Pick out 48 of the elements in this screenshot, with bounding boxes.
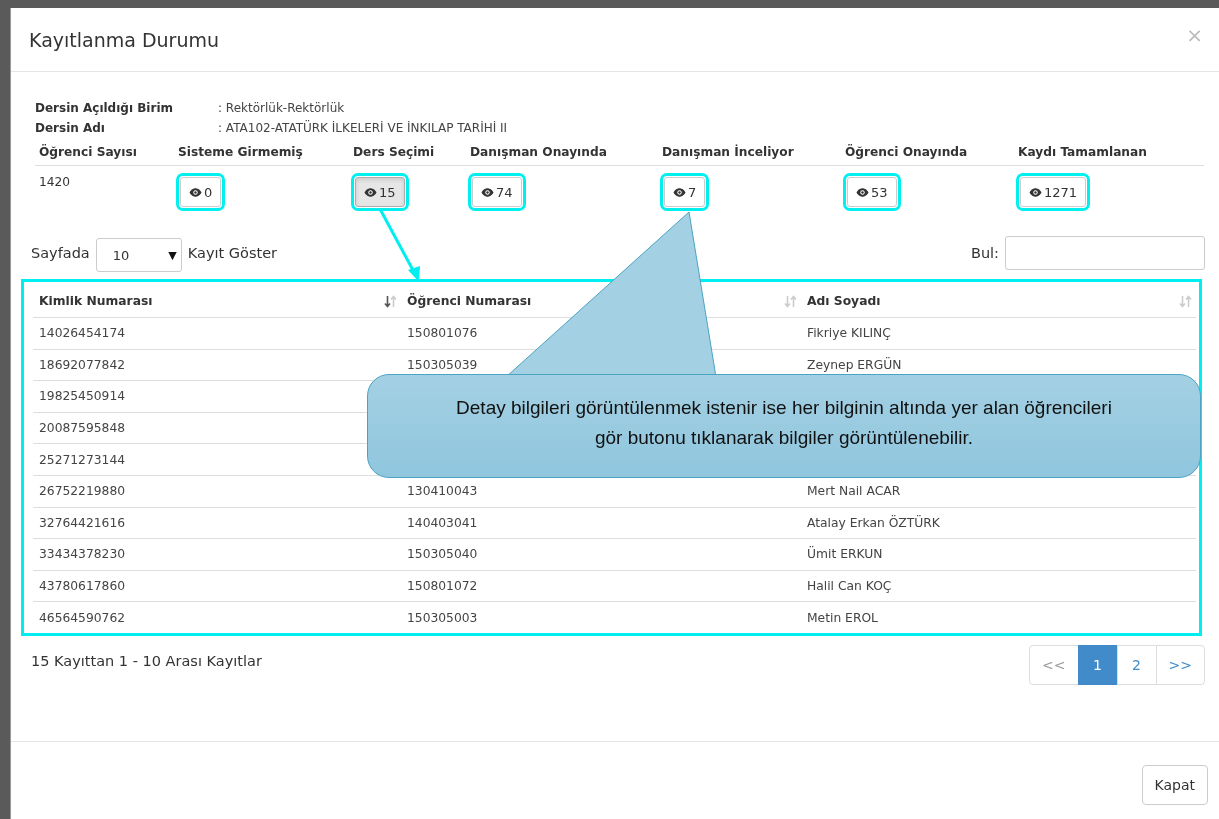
table-cell: 150801072 bbox=[401, 570, 801, 602]
info-value: : ATA102-ATATÜRK İLKELERİ VE İNKILAP TARİHİ II bbox=[218, 119, 509, 137]
length-label: Kayıt Göster bbox=[187, 245, 278, 261]
column-label: Danışman Onayında bbox=[470, 144, 608, 159]
column-label: Öğrenci Sayısı bbox=[39, 144, 138, 159]
info-label: Dersin Adı bbox=[35, 120, 106, 137]
table-cell: Atalay Erkan ÖZTÜRK bbox=[801, 507, 1196, 539]
page-size-select[interactable]: 10 ▼ bbox=[95, 238, 182, 272]
search-label: Bul: bbox=[970, 245, 999, 261]
search-field[interactable] bbox=[1005, 236, 1205, 270]
student-count: 1420 bbox=[39, 174, 72, 189]
info-label: Dersin Açıldığı Birim bbox=[35, 100, 174, 117]
table-cell: 46564590762 bbox=[33, 601, 401, 634]
page-button[interactable]: 2 bbox=[1116, 645, 1157, 686]
page-button[interactable]: >> bbox=[1155, 645, 1205, 686]
table-cell: Halil Can KOÇ bbox=[801, 570, 1196, 602]
eye-icon bbox=[673, 187, 686, 197]
table-cell: 33434378230 bbox=[33, 538, 401, 571]
dialog-title: Kayıtlanma Durumu bbox=[29, 28, 219, 51]
column-label: Sisteme Girmemiş bbox=[178, 144, 304, 159]
table-cell: 43780617860 bbox=[33, 570, 401, 602]
sort-icon[interactable] bbox=[384, 294, 397, 308]
eye-icon bbox=[481, 187, 494, 197]
length-label: Sayfada bbox=[31, 245, 90, 261]
table-cell: 32764421616 bbox=[33, 507, 401, 539]
close-dialog-button[interactable]: Kapat bbox=[1141, 765, 1208, 805]
eye-icon bbox=[856, 187, 869, 197]
table-cell: 150305003 bbox=[401, 601, 801, 634]
page-button[interactable]: 1 bbox=[1077, 645, 1118, 686]
table-cell: Metin EROL bbox=[801, 601, 1196, 634]
eye-icon bbox=[364, 187, 377, 197]
column-header[interactable]: Kimlik Numarası bbox=[33, 285, 401, 318]
column-label: Ders Seçimi bbox=[353, 144, 436, 159]
table-cell: 14026454174 bbox=[33, 317, 401, 350]
column-label: Kaydı Tamamlanan bbox=[1018, 144, 1148, 159]
column-header[interactable]: Adı Soyadı bbox=[801, 285, 1196, 318]
eye-icon bbox=[189, 187, 202, 197]
eye-icon bbox=[1029, 187, 1042, 197]
table-cell: 150305040 bbox=[401, 538, 801, 571]
table-cell: Fikriye KILINÇ bbox=[801, 317, 1196, 350]
column-label: Öğrenci Onayında bbox=[845, 144, 969, 159]
table-cell: 140403041 bbox=[401, 507, 801, 539]
table-info: 15 Kayıttan 1 - 10 Arası Kayıtlar bbox=[31, 652, 262, 670]
table-cell: Ümit ERKUN bbox=[801, 538, 1196, 571]
info-value: : Rektörlük-Rektörlük bbox=[218, 100, 346, 117]
caret-icon: ▼ bbox=[168, 248, 177, 262]
callout: Detay bilgileri görüntülenmek istenir ise her bilginin altında yer alan öğrencileri gör butonu tıklanarak bilgiler görüntülenebilir. bbox=[367, 374, 1201, 478]
column-label: Danışman İnceliyor bbox=[662, 144, 795, 159]
